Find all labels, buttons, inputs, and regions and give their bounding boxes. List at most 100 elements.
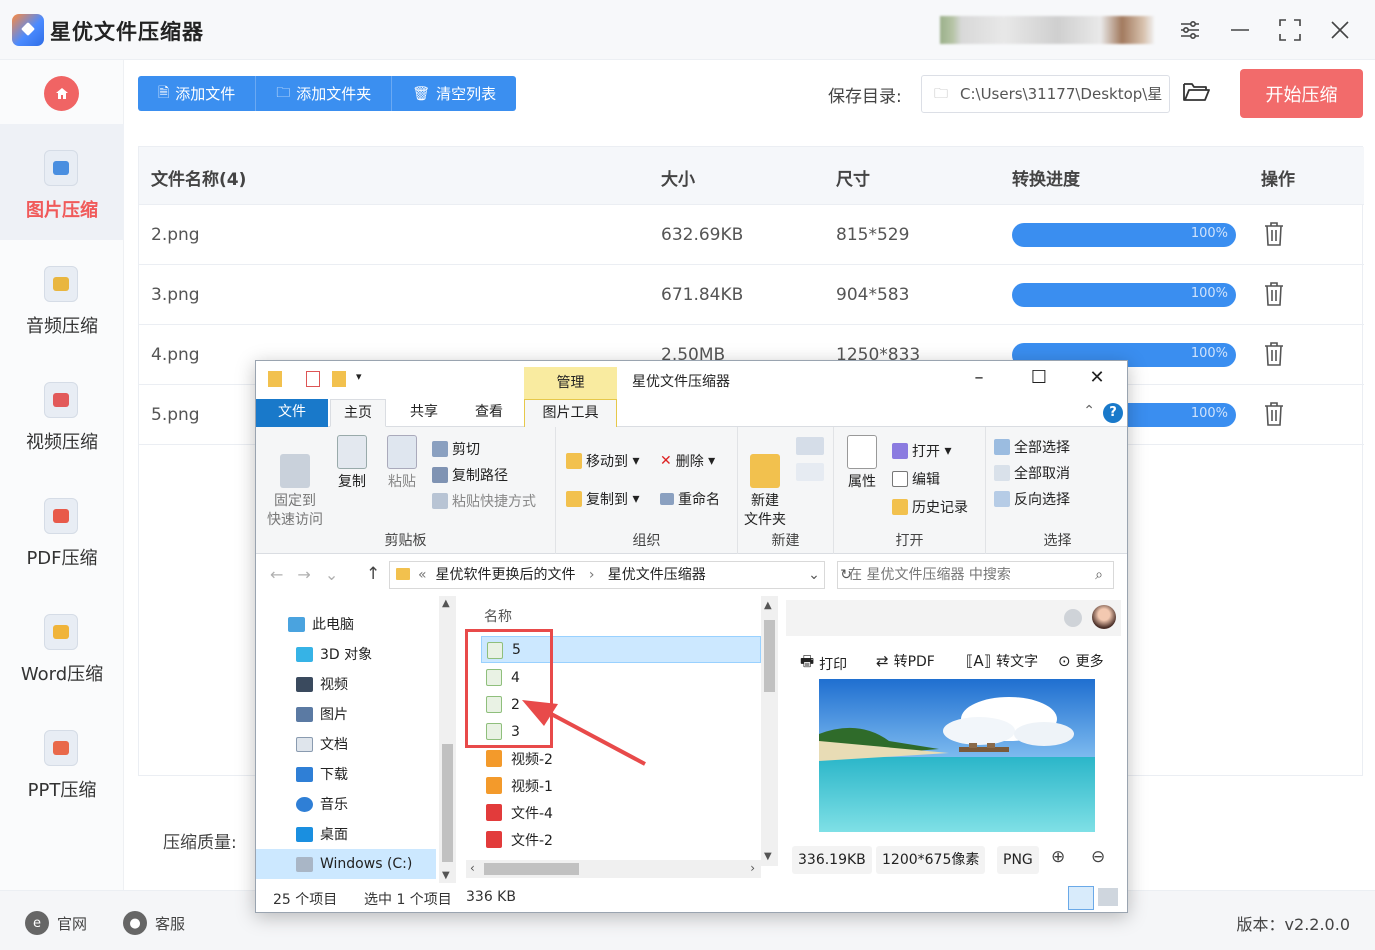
support-link[interactable]: ● 客服 [123, 911, 185, 935]
tree-item-downloads[interactable]: 下载 [296, 764, 348, 784]
file-list-scroll-thumb[interactable] [764, 620, 775, 692]
settings-icon[interactable] [1175, 15, 1205, 45]
tree-scrollbar[interactable]: ▲ ▼ [439, 596, 456, 883]
list-item[interactable]: 视频-1 [481, 772, 761, 799]
address-bar[interactable]: « 星优软件更换后的文件 › 星优文件压缩器 ⌄ ↻ [389, 561, 852, 589]
pin-quick-access-button[interactable]: 固定到 快速访问 [264, 435, 326, 530]
to-text-button[interactable]: ⟦A⟧ 转文字 [966, 651, 1038, 671]
home-icon[interactable] [44, 76, 79, 111]
tree-item-this-pc[interactable]: 此电脑 [288, 614, 354, 634]
scroll-right-icon[interactable]: › [750, 861, 755, 875]
select-all-button[interactable]: 全部选择 [994, 437, 1070, 457]
address-dropdown-icon[interactable]: ⌄ [802, 562, 826, 588]
invert-selection-button[interactable]: 反向选择 [994, 489, 1070, 509]
delete-icon[interactable] [1263, 341, 1285, 367]
sidebar-item-video[interactable]: 视频压缩 [0, 356, 124, 472]
up-arrow-icon[interactable]: ↑ [366, 564, 380, 584]
help-icon[interactable]: ? [1103, 403, 1123, 423]
scroll-down-icon[interactable]: ▼ [764, 851, 772, 862]
sidebar-item-pdf[interactable]: PDF压缩 [0, 472, 124, 588]
start-compress-button[interactable]: 开始压缩 [1240, 69, 1363, 118]
move-to-button[interactable]: 移动到 ▾ [566, 451, 639, 471]
tree-item-documents[interactable]: 文档 [296, 734, 348, 754]
properties-button[interactable]: 属性 [842, 435, 882, 492]
tab-share[interactable]: 共享 [396, 399, 452, 427]
table-row[interactable]: 3.png 671.84KB 904*583 100% [139, 265, 1364, 325]
explorer-close-icon[interactable]: ✕ [1082, 367, 1112, 393]
sidebar-item-audio[interactable]: 音频压缩 [0, 240, 124, 356]
scroll-up-icon[interactable]: ▲ [442, 598, 450, 609]
save-path-input[interactable]: 🗀 C:\Users\31177\Desktop\星 [921, 75, 1170, 113]
delete-button[interactable]: ✕ 删除 ▾ [660, 451, 715, 471]
more-button[interactable]: ⊙ 更多 [1058, 651, 1104, 671]
tree-item-videos[interactable]: 视频 [296, 674, 348, 694]
tab-home[interactable]: 主页 [330, 399, 386, 427]
tab-file[interactable]: 文件 [256, 399, 328, 427]
scroll-up-icon[interactable]: ▲ [764, 600, 772, 611]
sidebar-item-word[interactable]: Word压缩 [0, 588, 124, 704]
tree-item-3d-objects[interactable]: 3D 对象 [296, 644, 372, 664]
explorer-minimize-icon[interactable]: – [964, 367, 994, 393]
avatar[interactable] [1092, 605, 1116, 629]
close-icon[interactable] [1325, 15, 1355, 45]
tree-item-windows-c[interactable]: Windows (C:) [256, 849, 436, 879]
edit-button[interactable]: 编辑 [892, 469, 940, 489]
zoom-out-icon[interactable]: ⊖ [1091, 847, 1105, 867]
collapse-ribbon-icon[interactable]: ⌃ [1083, 403, 1095, 419]
settings-hex-icon[interactable] [1064, 609, 1082, 627]
tree-item-music[interactable]: 音乐 [296, 794, 348, 814]
paste-button[interactable]: 粘贴 [384, 435, 420, 492]
search-input[interactable]: 在 星优文件压缩器 中搜索 ⌕ [837, 561, 1114, 589]
list-item[interactable]: 文件-2 [481, 826, 761, 853]
tab-picture-tools[interactable]: 图片工具 [524, 399, 617, 427]
copy-path-button[interactable]: 复制路径 [432, 465, 508, 485]
properties-check-icon[interactable] [306, 371, 320, 387]
explorer-maximize-icon[interactable]: ☐ [1024, 367, 1054, 393]
delete-icon[interactable] [1263, 401, 1285, 427]
to-pdf-button[interactable]: ⇄ 转PDF [876, 651, 935, 671]
select-none-button[interactable]: 全部取消 [994, 463, 1070, 483]
breadcrumb-item[interactable]: 星优文件压缩器 [608, 567, 706, 583]
cut-button[interactable]: 剪切 [432, 439, 480, 459]
user-avatar-blurred[interactable] [940, 16, 1154, 44]
copy-button[interactable]: 复制 [334, 435, 370, 492]
column-header-name[interactable]: 名称 [484, 606, 512, 626]
delete-icon[interactable] [1263, 221, 1285, 247]
zoom-in-icon[interactable]: ⊕ [1051, 847, 1065, 867]
tree-scroll-thumb[interactable] [442, 744, 453, 862]
new-folder-button[interactable]: 新建 文件夹 [742, 435, 788, 530]
print-button[interactable]: 🖶 打印 [800, 651, 847, 676]
minimize-icon[interactable] [1225, 15, 1255, 45]
sidebar-item-image[interactable]: 图片压缩 [0, 124, 124, 240]
new-item-icon[interactable] [796, 437, 824, 455]
details-view-icon[interactable] [1068, 886, 1094, 910]
add-file-button[interactable]: 🗎 添加文件 [138, 76, 257, 111]
nav-back-forward-icons[interactable]: ←→⌄ [270, 565, 352, 584]
file-list-scrollbar[interactable]: ▲ ▼ [761, 596, 778, 866]
website-link[interactable]: e 官网 [25, 911, 87, 935]
manage-tab[interactable]: 管理 [524, 367, 617, 399]
breadcrumb-item[interactable]: 星优软件更换后的文件 [435, 567, 575, 583]
large-icons-view-icon[interactable] [1098, 888, 1118, 906]
clear-list-button[interactable]: 🗑 清空列表 [392, 76, 517, 111]
folder-open-icon[interactable] [1182, 80, 1210, 108]
easy-access-icon[interactable] [796, 463, 824, 481]
copy-to-button[interactable]: 复制到 ▾ [566, 489, 639, 509]
hscroll-thumb[interactable] [484, 863, 579, 875]
new-folder-icon[interactable] [332, 371, 346, 387]
history-button[interactable]: 历史记录 [892, 497, 968, 517]
list-item[interactable]: 文件-4 [481, 799, 761, 826]
qa-dropdown-icon[interactable]: ▾ [356, 370, 362, 383]
tab-view[interactable]: 查看 [461, 399, 517, 427]
rename-button[interactable]: 重命名 [660, 489, 720, 509]
scroll-left-icon[interactable]: ‹ [470, 861, 475, 875]
open-button[interactable]: 打开 ▾ [892, 441, 951, 461]
delete-icon[interactable] [1263, 281, 1285, 307]
file-list-hscrollbar[interactable]: ‹ › [466, 860, 761, 878]
scroll-down-icon[interactable]: ▼ [442, 870, 450, 881]
table-row[interactable]: 2.png 632.69KB 815*529 100% [139, 205, 1364, 265]
sidebar-item-ppt[interactable]: PPT压缩 [0, 704, 124, 820]
add-folder-button[interactable]: 🗀 添加文件夹 [256, 76, 393, 111]
maximize-icon[interactable] [1275, 15, 1305, 45]
tree-item-desktop[interactable]: 桌面 [296, 824, 348, 844]
